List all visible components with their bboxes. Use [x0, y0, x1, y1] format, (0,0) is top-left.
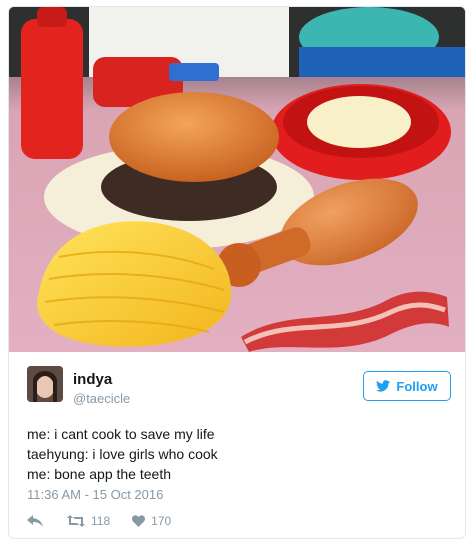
tweet-timestamp[interactable]: 11:36 AM - 15 Oct 2016 — [27, 487, 163, 502]
twitter-bird-icon — [376, 380, 391, 392]
author-name[interactable]: indya — [73, 371, 112, 388]
follow-button[interactable]: Follow — [363, 371, 451, 401]
like-count: 170 — [151, 514, 172, 528]
follow-label: Follow — [396, 378, 438, 394]
tweet-line: taehyung: i love girls who cook — [27, 446, 218, 462]
tweet-photo[interactable] — [9, 7, 465, 352]
reply-icon — [27, 515, 43, 527]
avatar[interactable] — [27, 366, 63, 402]
reply-button[interactable] — [27, 515, 43, 527]
tweet-actions: 118 170 — [27, 514, 171, 528]
tweet-card: indya @taecicle Follow me: i cant cook t… — [8, 6, 466, 539]
like-button[interactable]: 170 — [132, 514, 171, 528]
tweet-line: me: i cant cook to save my life — [27, 426, 215, 442]
tweet-line: me: bone app the teeth — [27, 466, 171, 482]
retweet-count: 118 — [91, 514, 111, 528]
heart-icon — [132, 515, 146, 527]
tweet-body: indya @taecicle Follow me: i cant cook t… — [9, 352, 465, 538]
tweet-text: me: i cant cook to save my life taehyung… — [27, 424, 447, 484]
author-handle[interactable]: @taecicle — [73, 391, 130, 406]
retweet-button[interactable]: 118 — [67, 514, 110, 528]
retweet-icon — [67, 515, 85, 527]
